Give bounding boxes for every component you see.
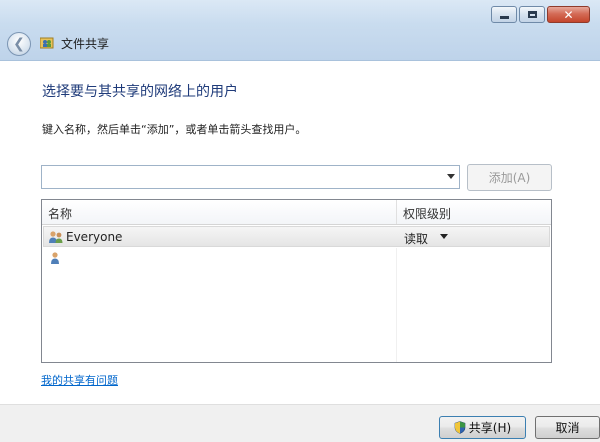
maximize-button[interactable] bbox=[519, 6, 545, 23]
row-permission-level[interactable]: 读取 bbox=[404, 230, 428, 247]
file-sharing-icon bbox=[40, 37, 54, 49]
back-button[interactable]: ❮ bbox=[7, 32, 31, 56]
minimize-icon bbox=[499, 15, 509, 19]
close-button[interactable]: ✕ bbox=[547, 6, 590, 23]
list-header: 名称 权限级别 bbox=[42, 200, 551, 225]
sharing-problem-link[interactable]: 我的共享有问题 bbox=[41, 372, 118, 388]
dialog-footer: 共享(H) 取消 bbox=[0, 404, 600, 442]
list-item[interactable]: Everyone 读取 bbox=[43, 226, 550, 247]
minimize-button[interactable] bbox=[491, 6, 517, 23]
caption-buttons: ✕ bbox=[491, 6, 590, 23]
row-user-name: Everyone bbox=[66, 230, 123, 244]
dropdown-arrow-icon[interactable] bbox=[447, 174, 455, 179]
cancel-button[interactable]: 取消 bbox=[535, 416, 600, 439]
column-header-name[interactable]: 名称 bbox=[48, 205, 72, 222]
title-bar: ✕ ❮ 文件共享 bbox=[0, 0, 600, 61]
share-button[interactable]: 共享(H) bbox=[439, 416, 526, 439]
maximize-icon bbox=[527, 11, 537, 18]
back-arrow-icon: ❮ bbox=[13, 36, 25, 52]
share-button-label: 共享(H) bbox=[468, 421, 512, 435]
column-divider[interactable] bbox=[396, 200, 397, 224]
permission-dropdown-arrow-icon[interactable] bbox=[440, 234, 448, 239]
user-icon bbox=[51, 252, 59, 264]
add-button[interactable]: 添加(A) bbox=[467, 164, 552, 191]
users-group-icon bbox=[49, 231, 63, 243]
list-item[interactable] bbox=[43, 248, 550, 269]
close-icon: ✕ bbox=[563, 7, 574, 22]
window-title: 文件共享 bbox=[61, 37, 110, 51]
instruction-text: 键入名称，然后单击“添加”，或者单击箭头查找用户。 bbox=[42, 123, 307, 136]
uac-shield-icon bbox=[454, 421, 466, 434]
column-header-permission[interactable]: 权限级别 bbox=[403, 205, 451, 222]
user-permission-list: 名称 权限级别 Everyone 读取 bbox=[41, 199, 552, 363]
user-name-combobox[interactable] bbox=[41, 165, 460, 189]
page-heading: 选择要与其共享的网络上的用户 bbox=[42, 84, 238, 100]
